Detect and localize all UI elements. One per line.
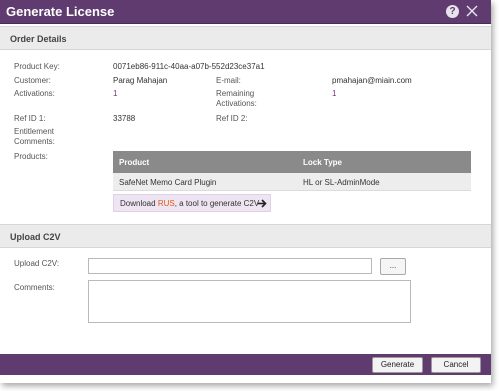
entitlement-comments-label-1: Entitlement [14, 127, 55, 136]
comments-label: Comments: [14, 283, 55, 292]
dialog-title: Generate License [6, 4, 115, 19]
column-header-product: Product [119, 158, 150, 167]
remaining-activations-label-1: Remaining [216, 89, 255, 98]
ref-id1-label: Ref ID 1: [14, 114, 46, 123]
email-label: E-mail: [216, 76, 241, 85]
upload-c2v-heading: Upload C2V [10, 232, 61, 242]
dialog-titlebar: Generate License ? [0, 0, 491, 24]
arrow-right-icon[interactable] [257, 199, 267, 208]
column-header-lock-type: Lock Type [303, 158, 342, 167]
activations-value: 1 [113, 89, 118, 98]
activations-label: Activations: [14, 89, 55, 98]
products-table: Product Lock Type SafeNet Memo Card Plug… [113, 151, 471, 191]
customer-label: Customer: [14, 76, 51, 85]
upload-c2v-label: Upload C2V: [14, 259, 60, 268]
order-details-heading: Order Details [10, 34, 67, 44]
remaining-activations-value: 1 [332, 89, 337, 98]
products-label: Products: [14, 152, 48, 161]
dialog-window: Generate License ? Order Details Product… [0, 0, 491, 383]
download-prefix: Download [120, 199, 158, 208]
browse-button[interactable]: ... [380, 258, 406, 275]
generate-button[interactable]: Generate [372, 357, 423, 373]
upload-c2v-header: Upload C2V [0, 224, 491, 248]
ref-id1-value: 33788 [113, 114, 136, 123]
products-table-header: Product Lock Type [113, 151, 471, 173]
upload-c2v-input[interactable] [88, 258, 372, 274]
entitlement-comments-label-2: Comments: [14, 137, 55, 146]
remaining-activations-label-2: Activations: [216, 99, 257, 108]
download-suffix: , a tool to generate C2V [174, 199, 260, 208]
comments-textarea[interactable] [88, 280, 411, 323]
download-text: Download RUS, a tool to generate C2V [120, 199, 259, 208]
product-key-value: 0071eb86-911c-40aa-a07b-552d23ce37a1 [113, 62, 265, 71]
product-cell: SafeNet Memo Card Plugin [119, 178, 217, 187]
cancel-button[interactable]: Cancel [431, 357, 481, 373]
order-details-header: Order Details [0, 26, 491, 50]
close-icon[interactable] [464, 3, 480, 19]
ref-id2-label: Ref ID 2: [216, 114, 248, 123]
rus-link[interactable]: RUS [158, 199, 175, 208]
customer-value: Parag Mahajan [113, 76, 168, 85]
help-icon[interactable]: ? [446, 5, 459, 18]
download-rus-banner: Download RUS, a tool to generate C2V [113, 194, 271, 212]
product-key-label: Product Key: [14, 62, 60, 71]
email-value: pmahajan@miain.com [332, 76, 412, 85]
table-row[interactable]: SafeNet Memo Card Plugin HL or SL-AdminM… [113, 173, 471, 191]
lock-type-cell: HL or SL-AdminMode [303, 178, 380, 187]
